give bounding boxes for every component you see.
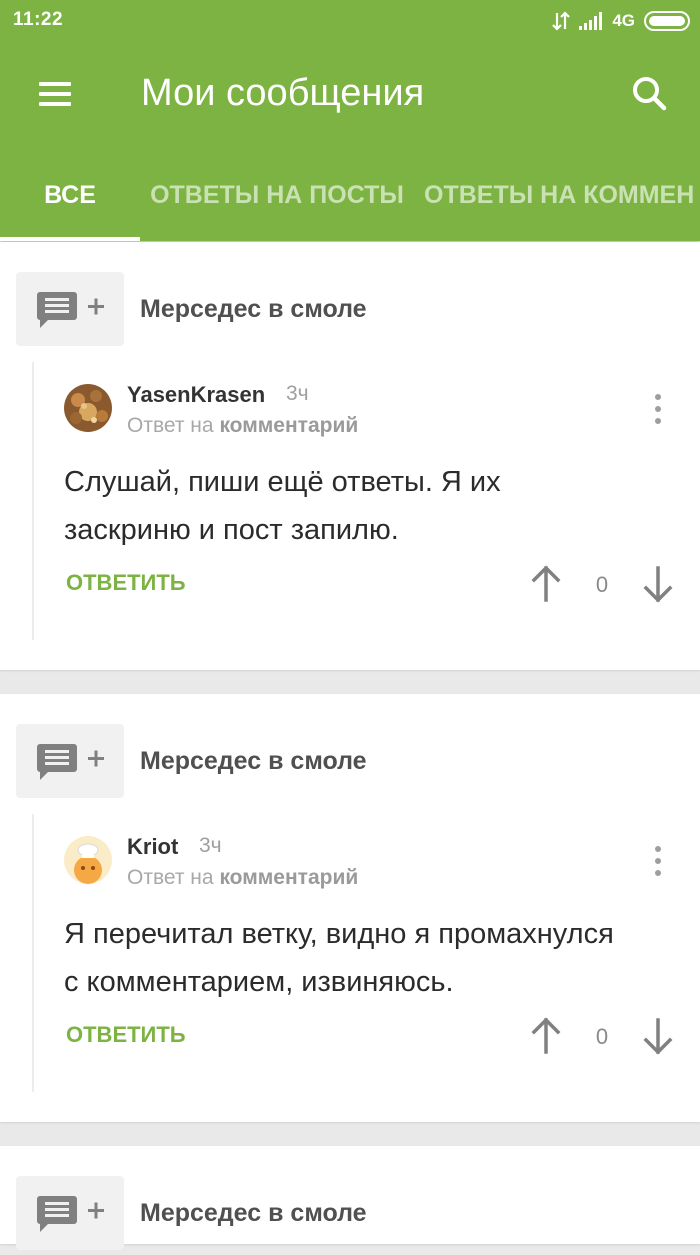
avatar[interactable] bbox=[64, 836, 112, 884]
tab-post-replies[interactable]: ОТВЕТЫ НА ПОСТЫ bbox=[148, 154, 406, 241]
post-comments-icon[interactable] bbox=[16, 1176, 124, 1250]
battery-icon bbox=[644, 11, 690, 31]
post-header: Мерседес в смоле bbox=[16, 272, 367, 346]
rating-count: 0 bbox=[595, 572, 609, 597]
post-header: Мерседес в смоле bbox=[16, 1176, 367, 1250]
status-bar: 11:22 4G bbox=[0, 0, 700, 42]
signal-icon bbox=[579, 12, 603, 30]
reply-button[interactable]: ОТВЕТИТЬ bbox=[66, 570, 186, 596]
post-comments-icon[interactable] bbox=[16, 272, 124, 346]
reply-context: Ответ на комментарий bbox=[127, 866, 358, 890]
comment-time: 3ч bbox=[286, 382, 309, 405]
page-title: Мои сообщения bbox=[141, 72, 425, 114]
notification-card: Мерседес в смоле Kriot 3ч Ответ на комме… bbox=[0, 694, 700, 1122]
downvote-icon[interactable] bbox=[638, 1014, 678, 1058]
tab-bar: ВСЕ ОТВЕТЫ НА ПОСТЫ ОТВЕТЫ НА КОММЕН bbox=[0, 154, 700, 241]
active-tab-indicator bbox=[0, 237, 140, 241]
status-time: 11:22 bbox=[13, 9, 64, 30]
post-comments-icon[interactable] bbox=[16, 724, 124, 798]
notification-card: Мерседес в смоле bbox=[0, 1146, 700, 1250]
comment-author[interactable]: YasenKrasen bbox=[127, 382, 265, 408]
comment-text: Слушай, пиши ещё ответы. Я их заскриню и… bbox=[64, 458, 664, 554]
reply-target-link[interactable]: комментарий bbox=[219, 414, 358, 437]
reply-prefix: Ответ на bbox=[127, 866, 214, 889]
comment-text-line: Я перечитал ветку, видно я промахнулся bbox=[64, 918, 614, 950]
comment-text-line: Слушай, пиши ещё ответы. Я их bbox=[64, 466, 501, 498]
status-indicators: 4G bbox=[552, 9, 690, 33]
thread-line bbox=[32, 362, 34, 640]
comment-text: Я перечитал ветку, видно я промахнулся с… bbox=[64, 910, 664, 1006]
rating-count: 0 bbox=[595, 1024, 609, 1049]
network-type: 4G bbox=[612, 11, 635, 30]
reply-context: Ответ на комментарий bbox=[127, 414, 358, 438]
menu-icon[interactable] bbox=[36, 78, 76, 118]
comment-author[interactable]: Kriot bbox=[127, 834, 178, 860]
more-options-icon[interactable] bbox=[646, 391, 670, 427]
avatar[interactable] bbox=[64, 384, 112, 432]
tab-all[interactable]: ВСЕ bbox=[0, 154, 140, 241]
post-header: Мерседес в смоле bbox=[16, 724, 367, 798]
reply-target-link[interactable]: комментарий bbox=[219, 866, 358, 889]
upvote-icon[interactable] bbox=[526, 1014, 566, 1058]
post-title[interactable]: Мерседес в смоле bbox=[140, 295, 367, 324]
thread-line bbox=[32, 814, 34, 1092]
post-title[interactable]: Мерседес в смоле bbox=[140, 747, 367, 776]
upvote-icon[interactable] bbox=[526, 562, 566, 606]
data-transfer-icon bbox=[552, 11, 571, 31]
comment-text-line: с комментарием, извиняюсь. bbox=[64, 966, 454, 998]
more-options-icon[interactable] bbox=[646, 843, 670, 879]
comment-time: 3ч bbox=[199, 834, 222, 857]
comment-text-line: заскриню и пост запилю. bbox=[64, 514, 399, 546]
downvote-icon[interactable] bbox=[638, 562, 678, 606]
post-title[interactable]: Мерседес в смоле bbox=[140, 1199, 367, 1228]
tab-comment-replies[interactable]: ОТВЕТЫ НА КОММЕН bbox=[424, 154, 700, 241]
reply-button[interactable]: ОТВЕТИТЬ bbox=[66, 1022, 186, 1048]
reply-prefix: Ответ на bbox=[127, 414, 214, 437]
search-icon[interactable] bbox=[628, 72, 672, 116]
app-bar: Мои сообщения bbox=[0, 42, 700, 154]
notification-card: Мерседес в смоле YasenKrasen 3ч Ответ на… bbox=[0, 242, 700, 670]
